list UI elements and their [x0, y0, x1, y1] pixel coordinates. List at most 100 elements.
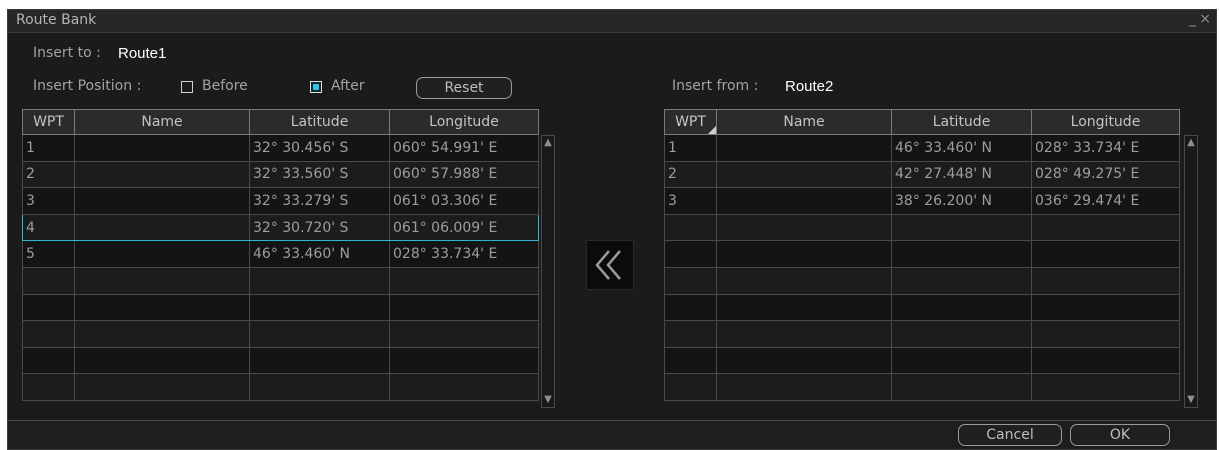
left-scrollbar[interactable]: ▲ ▼	[541, 135, 555, 408]
cell-longitude	[1031, 293, 1180, 322]
cell-name	[716, 320, 892, 348]
column-header-longitude[interactable]: Longitude	[389, 109, 539, 135]
table-row[interactable]	[22, 346, 539, 375]
table-row[interactable]	[664, 346, 1180, 375]
cell-wpt: 4	[22, 213, 75, 242]
cell-wpt	[22, 293, 75, 322]
scroll-down-icon[interactable]: ▼	[542, 393, 554, 407]
column-header-latitude[interactable]: Latitude	[249, 109, 390, 135]
after-label: After	[331, 78, 365, 94]
reset-button[interactable]: Reset	[416, 77, 512, 99]
table-row[interactable]	[22, 373, 539, 401]
cell-wpt	[664, 213, 717, 242]
cell-wpt: 1	[22, 134, 75, 162]
cell-longitude	[1031, 346, 1180, 375]
cell-latitude: 32° 33.279' S	[249, 187, 390, 215]
insert-to-label: Insert to :	[33, 45, 101, 61]
table-row[interactable]	[664, 320, 1180, 348]
table-row[interactable]	[664, 213, 1180, 242]
cell-name	[74, 293, 250, 322]
table-row[interactable]: 5 46° 33.460' N 028° 33.734' E	[22, 240, 539, 268]
target-route-table: WPT Name Latitude Longitude 1 32° 30.456'…	[22, 109, 539, 401]
table-row[interactable]: 4 32° 30.720' S 061° 06.009' E	[22, 213, 539, 242]
after-checkbox[interactable]	[310, 81, 322, 93]
column-header-latitude[interactable]: Latitude	[891, 109, 1032, 135]
cell-name	[716, 240, 892, 268]
scroll-up-icon[interactable]: ▲	[1185, 136, 1197, 150]
cell-name	[716, 266, 892, 295]
table-row[interactable]	[664, 240, 1180, 268]
scroll-up-icon[interactable]: ▲	[542, 136, 554, 150]
table-row[interactable]: 1 32° 30.456' S 060° 54.991' E	[22, 134, 539, 162]
cell-latitude	[249, 373, 390, 401]
table-row[interactable]: 1 46° 33.460' N 028° 33.734' E	[664, 134, 1180, 162]
cell-latitude: 42° 27.448' N	[891, 160, 1032, 189]
table-row[interactable]	[22, 266, 539, 295]
cell-wpt	[664, 373, 717, 401]
column-header-wpt[interactable]: WPT	[22, 109, 75, 135]
cell-latitude: 32° 30.720' S	[249, 213, 390, 242]
cell-latitude	[249, 320, 390, 348]
cell-longitude	[389, 320, 539, 348]
cell-wpt	[22, 373, 75, 401]
table-row[interactable]	[22, 293, 539, 322]
cell-latitude	[891, 213, 1032, 242]
cell-wpt	[664, 240, 717, 268]
cell-name	[74, 213, 250, 242]
source-route-rows: 1 46° 33.460' N 028° 33.734' E 2 42° 27.448'…	[664, 134, 1180, 401]
ok-button[interactable]: OK	[1070, 424, 1170, 446]
before-checkbox[interactable]	[181, 81, 193, 93]
cell-longitude	[1031, 266, 1180, 295]
cell-name	[74, 134, 250, 162]
table-row[interactable]: 2 32° 33.560' S 060° 57.988' E	[22, 160, 539, 189]
before-label: Before	[202, 78, 248, 94]
cancel-button[interactable]: Cancel	[958, 424, 1062, 446]
cell-latitude	[891, 293, 1032, 322]
transfer-button[interactable]	[586, 240, 634, 290]
table-row[interactable]: 3 32° 33.279' S 061° 03.306' E	[22, 187, 539, 215]
cell-name	[74, 320, 250, 348]
table-row[interactable]	[22, 320, 539, 348]
scroll-down-icon[interactable]: ▼	[1185, 393, 1197, 407]
cell-longitude	[1031, 320, 1180, 348]
dialog-footer: Cancel OK	[8, 420, 1216, 449]
cell-name	[74, 240, 250, 268]
cell-name	[74, 187, 250, 215]
cell-longitude: 028° 33.734' E	[389, 240, 539, 268]
cell-wpt	[664, 293, 717, 322]
target-route-rows: 1 32° 30.456' S 060° 54.991' E 2 32° 33.560'…	[22, 134, 539, 401]
cell-name	[716, 373, 892, 401]
insert-position-label: Insert Position :	[33, 78, 142, 94]
cell-longitude	[1031, 240, 1180, 268]
sort-indicator-icon	[708, 126, 716, 134]
table-row[interactable]: 2 42° 27.448' N 028° 49.275' E	[664, 160, 1180, 189]
cell-latitude	[891, 266, 1032, 295]
cell-wpt: 3	[664, 187, 717, 215]
cell-longitude	[389, 266, 539, 295]
cell-name	[74, 373, 250, 401]
source-route-table: WPT Name Latitude Longitude 1 46° 33.460'…	[664, 109, 1180, 401]
double-chevron-left-icon	[595, 250, 621, 280]
cell-longitude	[389, 373, 539, 401]
cell-longitude: 060° 54.991' E	[389, 134, 539, 162]
column-header-name[interactable]: Name	[716, 109, 892, 135]
cell-latitude	[249, 293, 390, 322]
cell-latitude: 38° 26.200' N	[891, 187, 1032, 215]
minimize-icon[interactable]: _	[1189, 11, 1196, 27]
table-row[interactable]	[664, 266, 1180, 295]
table-row[interactable]	[664, 373, 1180, 401]
dialog-title: Route Bank	[16, 12, 97, 28]
cell-longitude: 028° 33.734' E	[1031, 134, 1180, 162]
column-header-wpt[interactable]: WPT	[664, 109, 717, 135]
cell-longitude	[1031, 213, 1180, 242]
column-header-longitude[interactable]: Longitude	[1031, 109, 1180, 135]
right-scrollbar[interactable]: ▲ ▼	[1184, 135, 1198, 408]
close-icon[interactable]: ×	[1199, 11, 1211, 27]
cell-latitude: 46° 33.460' N	[249, 240, 390, 268]
table-row[interactable]: 3 38° 26.200' N 036° 29.474' E	[664, 187, 1180, 215]
cell-wpt	[22, 320, 75, 348]
cell-name	[716, 134, 892, 162]
table-row[interactable]	[664, 293, 1180, 322]
column-header-name[interactable]: Name	[74, 109, 250, 135]
column-header-wpt-label: WPT	[675, 114, 706, 130]
